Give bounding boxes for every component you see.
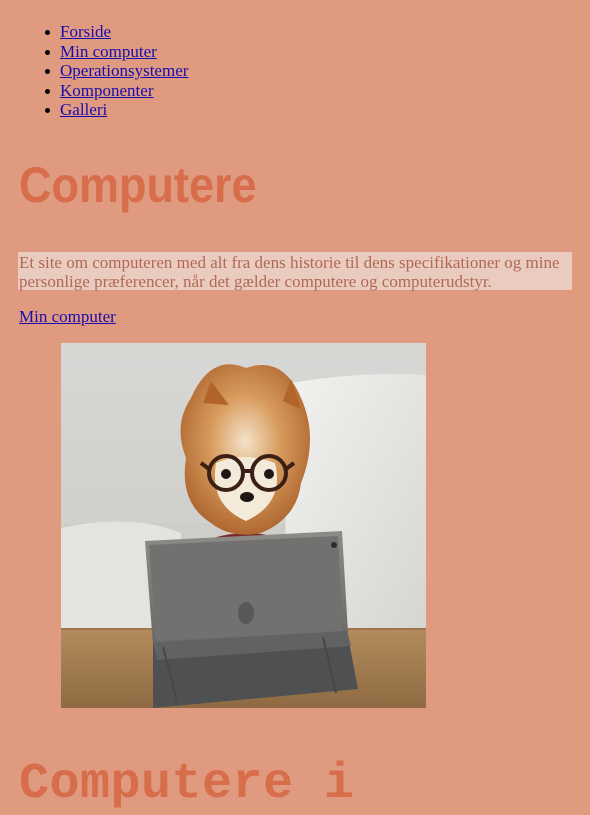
nav-link-forside[interactable]: Forside: [60, 22, 111, 41]
page: Forside Min computer Operationsystemer K…: [0, 0, 590, 813]
section-heading-computere-i: Computere i: [19, 756, 355, 813]
nav-item-komponenter[interactable]: Komponenter: [44, 81, 188, 101]
nav-item-min-computer[interactable]: Min computer: [44, 42, 188, 62]
dog-with-tablet-photo: [61, 343, 426, 708]
dog-with-tablet-image: [61, 343, 426, 708]
nav-link-operationsystemer[interactable]: Operationsystemer: [60, 61, 188, 80]
nav-item-operationsystemer[interactable]: Operationsystemer: [44, 61, 188, 81]
nav-link-komponenter[interactable]: Komponenter: [60, 81, 153, 100]
nav-item-forside[interactable]: Forside: [44, 22, 188, 42]
nav-link-min-computer[interactable]: Min computer: [60, 42, 157, 61]
main-nav: Forside Min computer Operationsystemer K…: [44, 22, 188, 120]
page-title: Computere: [19, 157, 257, 213]
nav-link-galleri[interactable]: Galleri: [60, 100, 107, 119]
nav-item-galleri[interactable]: Galleri: [44, 100, 188, 120]
section-link-min-computer[interactable]: Min computer: [19, 306, 116, 328]
intro-paragraph: Et site om computeren med alt fra dens h…: [18, 252, 572, 291]
